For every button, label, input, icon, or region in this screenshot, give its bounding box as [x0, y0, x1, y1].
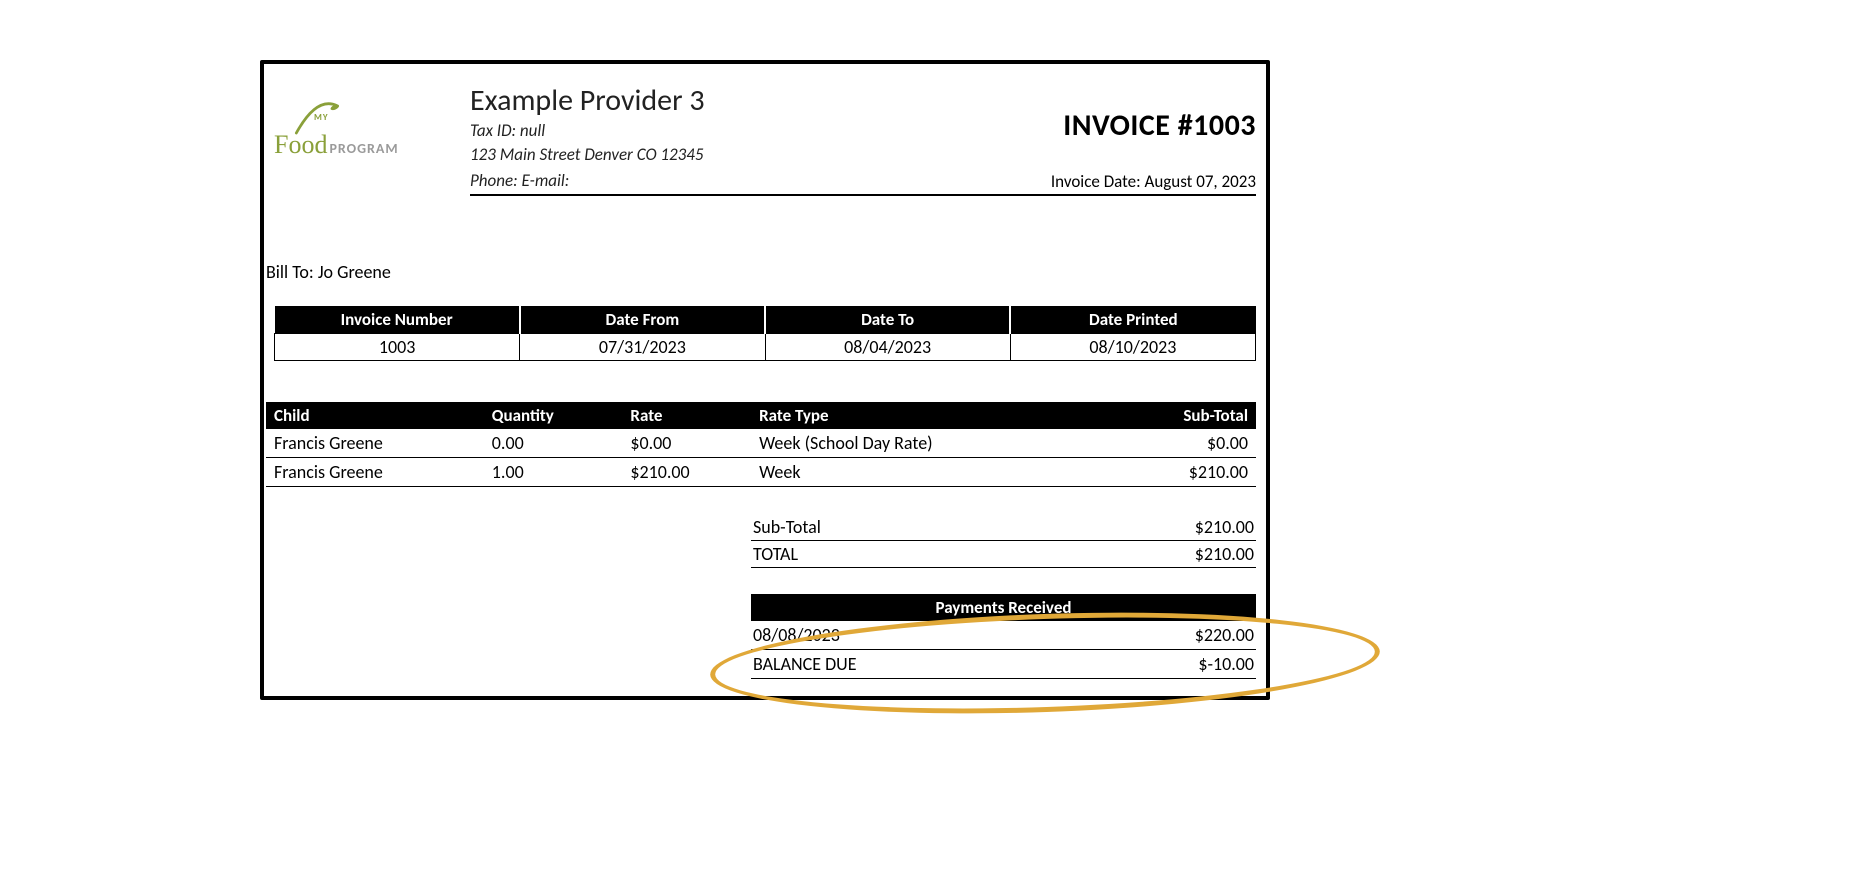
col-rate-type: Rate Type: [751, 402, 1078, 429]
col-quantity: Quantity: [484, 402, 623, 429]
table-row: Francis Greene1.00$210.00Week$210.00: [266, 458, 1256, 487]
line-rate-type: Week: [751, 458, 1078, 487]
payments-header: Payments Received: [751, 594, 1256, 621]
logo-program-text: PROGRAM: [329, 140, 398, 157]
line-rate-type: Week (School Day Rate): [751, 429, 1078, 458]
payment-date: 08/08/2023: [753, 624, 840, 646]
balance-due-label: BALANCE DUE: [753, 653, 857, 675]
invoice-date: Invoice Date: August 07, 2023: [1051, 171, 1256, 192]
col-rate: Rate: [622, 402, 751, 429]
line-child: Francis Greene: [266, 458, 484, 487]
line-rate: $0.00: [622, 429, 751, 458]
contact-line: Phone: E-mail:: [470, 169, 569, 193]
subtotal-label: Sub-Total: [753, 516, 821, 538]
col-subtotal: Sub-Total: [1078, 402, 1256, 429]
table-row: Francis Greene0.00$0.00Week (School Day …: [266, 429, 1256, 458]
line-child: Francis Greene: [266, 429, 484, 458]
total-label: TOTAL: [753, 543, 798, 565]
subtotal-value: $210.00: [1195, 516, 1254, 538]
invoice-number-display: INVOICE #1003: [1063, 107, 1256, 144]
total-row: TOTAL $210.00: [751, 541, 1256, 568]
line-rate: $210.00: [622, 458, 751, 487]
subtotal-row: Sub-Total $210.00: [751, 514, 1256, 541]
bill-to-label: Bill To:: [266, 261, 314, 283]
payment-amount: $220.00: [1195, 624, 1254, 646]
meta-date-printed: 08/10/2023: [1010, 334, 1255, 361]
line-quantity: 1.00: [484, 458, 623, 487]
invoice-meta-table: Invoice Number Date From Date To Date Pr…: [274, 306, 1256, 361]
table-row: 1003 07/31/2023 08/04/2023 08/10/2023: [275, 334, 1256, 361]
col-date-to: Date To: [765, 306, 1010, 334]
table-header-row: Invoice Number Date From Date To Date Pr…: [275, 306, 1256, 334]
logo-my-text: MY: [314, 112, 329, 123]
col-date-from: Date From: [520, 306, 765, 334]
line-quantity: 0.00: [484, 429, 623, 458]
balance-due-value: $-10.00: [1198, 653, 1254, 675]
meta-invoice-number: 1003: [275, 334, 520, 361]
payment-row: 08/08/2023 $220.00: [751, 621, 1256, 650]
payments-block: Payments Received 08/08/2023 $220.00 BALA…: [751, 594, 1256, 679]
meta-date-to: 08/04/2023: [765, 334, 1010, 361]
col-date-printed: Date Printed: [1010, 306, 1255, 334]
table-header-row: Child Quantity Rate Rate Type Sub-Total: [266, 402, 1256, 429]
invoice-header: Example Provider 3 Tax ID: null 123 Main…: [470, 82, 1256, 196]
balance-due-row: BALANCE DUE $-10.00: [751, 650, 1256, 679]
total-value: $210.00: [1195, 543, 1254, 565]
line-subtotal: $0.00: [1078, 429, 1256, 458]
invoice-document: MY Food PROGRAM Example Provider 3 Tax I…: [260, 60, 1270, 700]
col-child: Child: [266, 402, 484, 429]
logo: MY Food PROGRAM: [274, 112, 459, 160]
line-items-table: Child Quantity Rate Rate Type Sub-Total …: [266, 402, 1256, 487]
line-subtotal: $210.00: [1078, 458, 1256, 487]
bill-to: Bill To: Jo Greene: [266, 261, 391, 283]
bill-to-name: Jo Greene: [318, 261, 391, 283]
totals-block: Sub-Total $210.00 TOTAL $210.00: [751, 514, 1256, 568]
provider-address: 123 Main Street Denver CO 12345: [470, 143, 1256, 167]
meta-date-from: 07/31/2023: [520, 334, 765, 361]
col-invoice-number: Invoice Number: [275, 306, 520, 334]
